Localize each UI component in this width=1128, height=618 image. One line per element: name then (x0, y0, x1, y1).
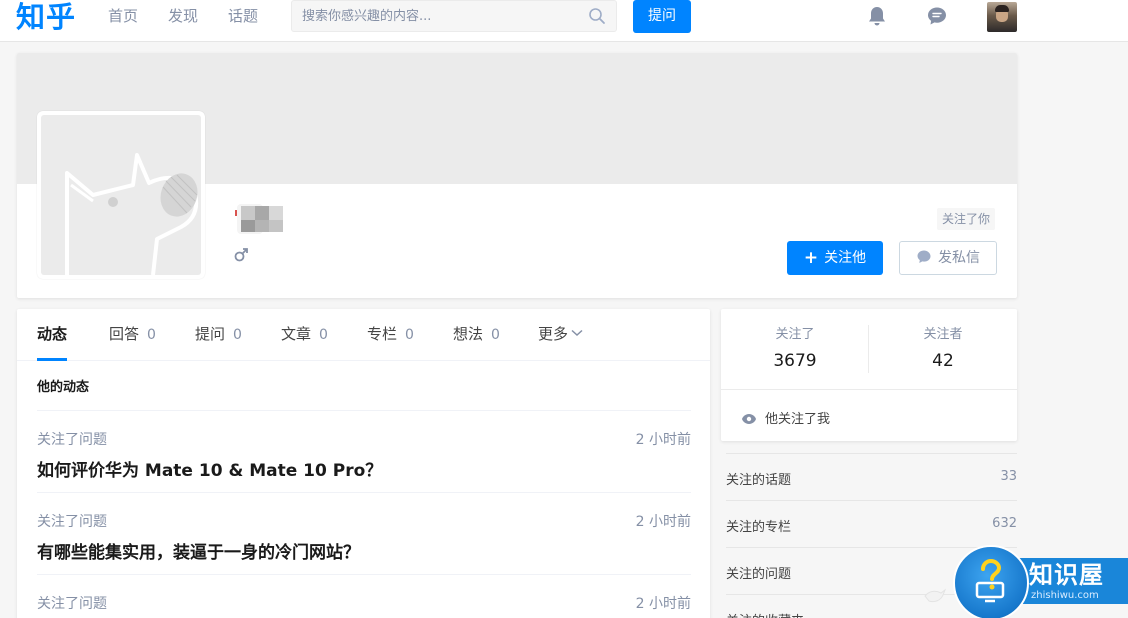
tab-answers[interactable]: 回答 0 (109, 309, 156, 361)
plus-icon: + (803, 248, 819, 268)
tab-questions-count: 0 (233, 327, 242, 343)
divider (37, 410, 691, 411)
zhihu-logo[interactable]: 知乎 (16, 0, 76, 34)
tab-questions[interactable]: 提问 0 (195, 309, 242, 361)
tab-activity[interactable]: 动态 (37, 309, 68, 361)
list-item-followed-topics[interactable]: 关注的话题 33 (726, 453, 1017, 500)
divider (37, 492, 691, 493)
username-blurred (235, 196, 285, 238)
watermark-logo: 知识屋 zhishiwu.com (924, 542, 1128, 618)
tab-columns-count: 0 (405, 327, 414, 343)
top-navigation-bar: 知乎 首页 发现 话题 提问 (0, 0, 1128, 42)
nav-discover[interactable]: 发现 (168, 0, 198, 32)
tab-more[interactable]: 更多 (538, 309, 583, 361)
following-stat[interactable]: 关注了 3679 (721, 326, 869, 371)
profile-tabs: 动态 回答 0 提问 0 文章 0 专栏 0 想法 0 更多 (17, 309, 710, 361)
profile-header-card: 关注了你 + 关注他 发私信 (17, 53, 1017, 298)
follow-button[interactable]: + 关注他 (787, 241, 883, 275)
follow-stats-card: 关注了 3679 关注者 42 他关注了我 (721, 309, 1017, 441)
default-avatar-cat-icon (65, 153, 198, 275)
tab-articles-count: 0 (319, 327, 328, 343)
divider (37, 574, 691, 575)
follows-me-indicator: 他关注了我 (741, 408, 830, 427)
followers-label: 关注者 (923, 327, 963, 342)
avatar-hair (995, 5, 1009, 12)
search-box (291, 0, 617, 32)
followers-count: 42 (932, 351, 954, 371)
tab-answers-count: 0 (147, 327, 156, 343)
follows-me-label: 他关注了我 (765, 412, 831, 427)
bell-icon[interactable] (866, 5, 888, 27)
list-item-followed-columns[interactable]: 关注的专栏 632 (726, 500, 1017, 547)
nav-topics[interactable]: 话题 (228, 0, 258, 32)
following-count: 3679 (773, 351, 817, 371)
feed-item-title[interactable]: 如何评价华为 Mate 10 & Mate 10 Pro？ (37, 456, 382, 481)
activity-section-title: 他的动态 (37, 380, 90, 395)
user-avatar[interactable] (987, 2, 1017, 32)
activity-card: 动态 回答 0 提问 0 文章 0 专栏 0 想法 0 更多 他的动态 关注了问题 2 小… (17, 309, 710, 618)
tab-ideas[interactable]: 想法 0 (453, 309, 500, 361)
search-input[interactable] (292, 1, 582, 31)
ask-question-button[interactable]: 提问 (633, 0, 691, 33)
feed-item-time: 2 小时前 (635, 596, 691, 612)
watermark-circle (953, 545, 1029, 618)
watermark-subtext: zhishiwu.com (1031, 590, 1099, 601)
bird-icon (924, 588, 947, 603)
profile-avatar[interactable] (37, 111, 205, 279)
feed-item-meta: 关注了问题 (37, 432, 107, 448)
feed-item-time: 2 小时前 (635, 432, 691, 448)
chat-bubble-icon (917, 250, 931, 263)
feed-item-title[interactable]: 有哪些能集实用，装逼于一身的冷门网站？ (37, 538, 360, 563)
tab-ideas-count: 0 (491, 327, 500, 343)
watermark-text: 知识屋 (1029, 561, 1104, 589)
chevron-down-icon (571, 329, 583, 337)
feed-item-meta: 关注了问题 (37, 596, 107, 612)
feed-item-meta: 关注了问题 (37, 514, 107, 530)
help-monitor-icon (975, 558, 1005, 603)
default-avatar-image (41, 115, 201, 275)
male-gender-icon (234, 248, 248, 262)
follow-button-label: 关注他 (824, 250, 867, 266)
send-message-button[interactable]: 发私信 (899, 241, 997, 275)
following-label: 关注了 (775, 327, 815, 342)
tab-columns[interactable]: 专栏 0 (367, 309, 414, 361)
message-icon[interactable] (926, 5, 948, 27)
send-message-label: 发私信 (938, 250, 980, 266)
tab-articles[interactable]: 文章 0 (281, 309, 328, 361)
feed-item-time: 2 小时前 (635, 514, 691, 530)
nav-home[interactable]: 首页 (108, 0, 138, 32)
search-icon[interactable] (588, 7, 606, 25)
follows-you-badge: 关注了你 (937, 208, 996, 230)
eye-icon (742, 414, 756, 424)
divider (721, 389, 1017, 390)
followers-stat[interactable]: 关注者 42 (869, 326, 1017, 371)
